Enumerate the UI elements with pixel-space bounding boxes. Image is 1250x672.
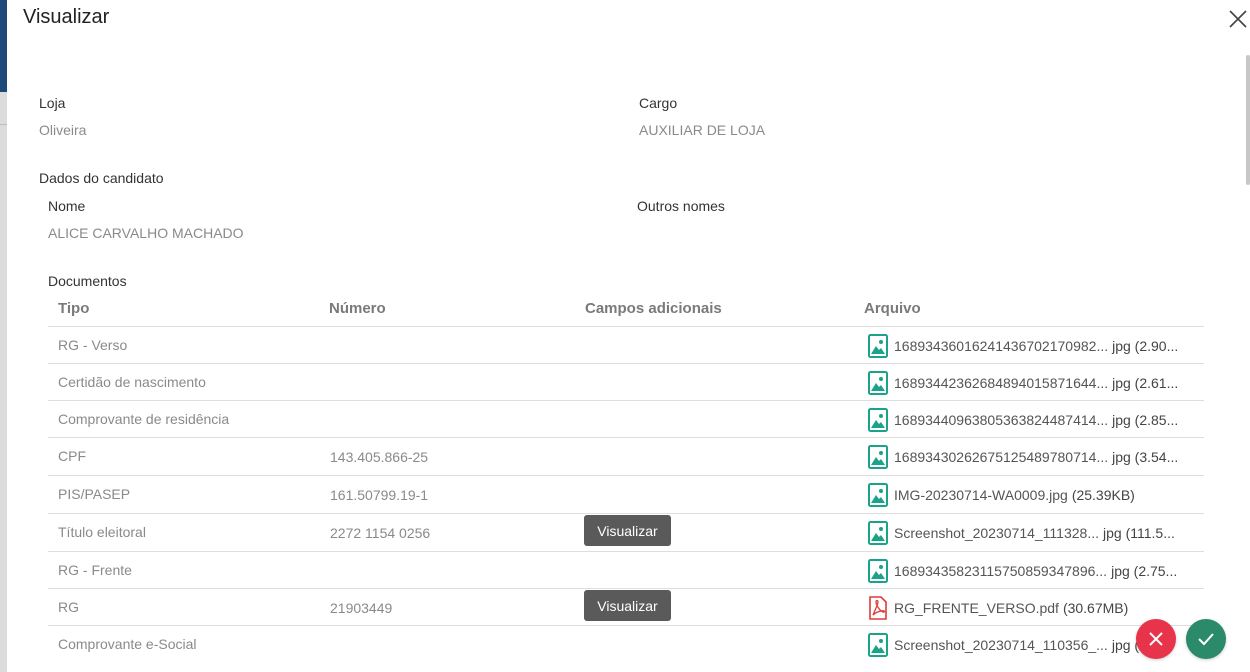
cargo-label: Cargo [639, 95, 678, 111]
file-link[interactable]: Screenshot_20230714_110356_... jpg ( [868, 633, 1139, 657]
view-dialog: Visualizar Loja Oliveira Cargo AUXILIAR … [7, 0, 1250, 672]
documents-section-title: Documentos [48, 273, 127, 289]
file-size: jpg (2.85... [1112, 412, 1179, 428]
background-divider [0, 124, 7, 125]
close-icon [1149, 632, 1163, 646]
file-size: (25.39KB) [1071, 487, 1135, 503]
file-name: 16893436016241436702170982... [894, 338, 1109, 354]
view-extra-fields-button[interactable]: Visualizar [584, 590, 671, 621]
candidate-section-title: Dados do candidato [39, 170, 164, 186]
image-file-icon [868, 483, 894, 507]
loja-label: Loja [39, 95, 66, 111]
file-name: 16893440963805363824487414... [894, 412, 1109, 428]
file-link[interactable]: Screenshot_20230714_111328... jpg (111.5.… [868, 521, 1175, 545]
nome-label: Nome [48, 198, 86, 214]
document-number: 143.405.866-25 [330, 449, 429, 465]
close-icon[interactable] [1227, 8, 1249, 30]
image-file-icon [868, 371, 894, 395]
column-header-tipo: Tipo [58, 300, 90, 317]
table-row: RG - Verso 16893436016241436702170982... j… [48, 326, 1204, 364]
document-type: CPF [58, 448, 86, 464]
background-header-accent [0, 0, 7, 92]
scrollbar-thumb[interactable] [1246, 55, 1250, 185]
document-type: RG - Verso [58, 337, 128, 353]
table-row: Título eleitoral 2272 1154 0256 Visualizar… [48, 513, 1204, 551]
file-link[interactable]: 16893442362684894015871644... jpg (2.61..… [868, 371, 1178, 395]
nome-value: ALICE CARVALHO MACHADO [48, 225, 244, 241]
column-header-arquivo: Arquivo [864, 300, 921, 317]
file-name: 16893430262675125489780714... [894, 449, 1109, 465]
document-number: 161.50799.19-1 [330, 487, 429, 503]
file-link[interactable]: IMG-20230714-WA0009.jpg (25.39KB) [868, 483, 1135, 507]
confirm-button[interactable] [1186, 619, 1226, 659]
image-file-icon [868, 633, 894, 657]
table-row: Certidão de nascimento 168934423626848940… [48, 363, 1204, 401]
file-name: 16893442362684894015871644... [894, 375, 1109, 391]
table-row: Comprovante e-Social Screenshot_20230714_… [48, 625, 1204, 663]
image-file-icon [868, 559, 894, 583]
table-row: Comprovante de residência 168934409638053… [48, 400, 1204, 438]
document-number: 21903449 [330, 600, 393, 616]
dialog-title: Visualizar [23, 6, 110, 28]
document-type: PIS/PASEP [58, 486, 131, 502]
file-link[interactable]: 16893436016241436702170982... jpg (2.90..… [868, 334, 1178, 358]
pdf-file-icon [868, 596, 894, 620]
file-size: jpg (2.61... [1112, 375, 1179, 391]
file-size: jpg ( [1111, 637, 1140, 653]
image-file-icon [868, 445, 894, 469]
file-link[interactable]: 16893430262675125489780714... jpg (3.54..… [868, 445, 1178, 469]
document-type: Comprovante e-Social [58, 636, 197, 652]
background-page-strip [0, 0, 7, 672]
table-row: PIS/PASEP 161.50799.19-1 IMG-20230714-WA00… [48, 475, 1204, 513]
file-size: jpg (2.75... [1111, 563, 1178, 579]
document-type: Título eleitoral [58, 524, 146, 540]
outros-nomes-label: Outros nomes [637, 198, 725, 214]
file-name: Screenshot_20230714_111328... [894, 525, 1099, 541]
cargo-value: AUXILIAR DE LOJA [639, 122, 766, 138]
document-type: Comprovante de residência [58, 411, 230, 427]
file-name: IMG-20230714-WA0009.jpg [894, 487, 1068, 503]
file-name: Screenshot_20230714_110356_... [894, 637, 1108, 653]
table-row: RG 21903449 Visualizar RG_FRENTE_VERSO.pdf(… [48, 588, 1204, 626]
file-link[interactable]: 16893435823115750859347896... jpg (2.75..… [868, 559, 1177, 583]
document-type: RG - Frente [58, 562, 132, 578]
file-size: jpg (111.5... [1103, 525, 1175, 541]
table-row: CPF 143.405.866-25 16893430262675125489780… [48, 437, 1204, 475]
image-file-icon [868, 334, 894, 358]
loja-value: Oliveira [39, 122, 87, 138]
file-name: 16893435823115750859347896... [894, 563, 1108, 579]
document-number: 2272 1154 0256 [330, 525, 431, 541]
column-header-campos: Campos adicionais [585, 300, 722, 317]
file-name: RG_FRENTE_VERSO.pdf [894, 600, 1059, 616]
check-icon [1198, 633, 1214, 646]
cancel-button[interactable] [1136, 619, 1176, 659]
view-extra-fields-button[interactable]: Visualizar [584, 515, 671, 546]
table-row: RG - Frente 16893435823115750859347896...… [48, 551, 1204, 589]
image-file-icon [868, 408, 894, 432]
document-type: RG [58, 599, 79, 615]
file-size: jpg (2.90... [1112, 338, 1179, 354]
file-link[interactable]: RG_FRENTE_VERSO.pdf (30.67MB) [868, 596, 1128, 620]
document-type: Certidão de nascimento [58, 374, 206, 390]
file-size: (30.67MB) [1062, 600, 1129, 616]
column-header-numero: Número [329, 300, 386, 317]
image-file-icon [868, 521, 894, 545]
file-size: jpg (3.54... [1112, 449, 1179, 465]
file-link[interactable]: 16893440963805363824487414... jpg (2.85..… [868, 408, 1178, 432]
